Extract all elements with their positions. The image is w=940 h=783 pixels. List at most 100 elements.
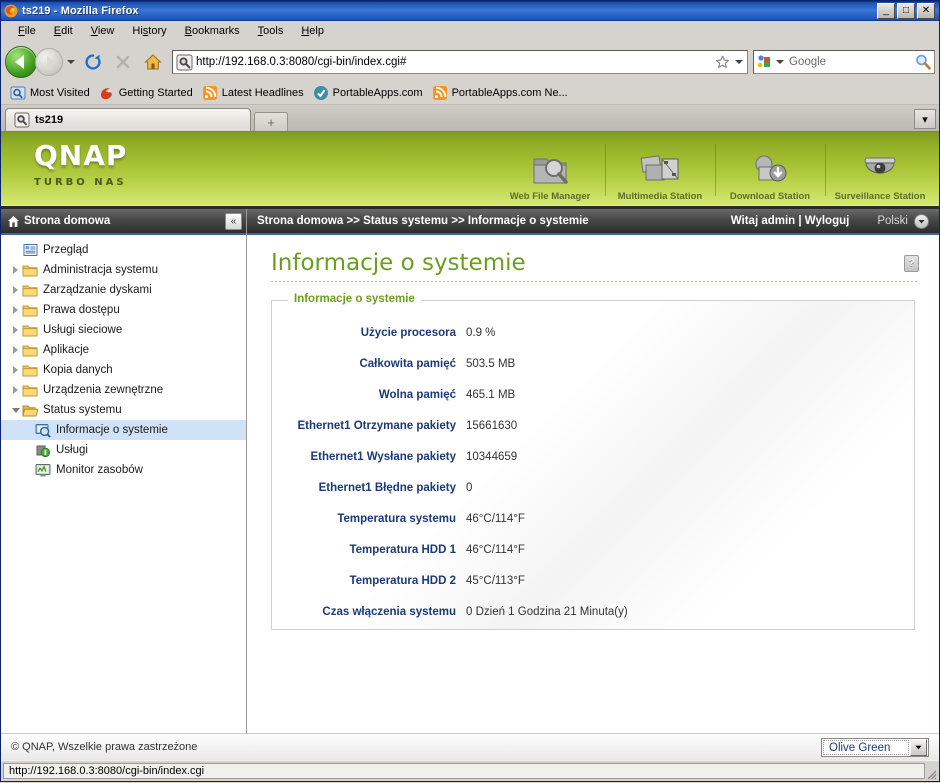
search-engine-dropdown-icon[interactable] [774,60,785,64]
sidebar-item-administracja-systemu[interactable]: Administracja systemu [1,260,246,280]
station-label: Download Station [729,191,811,202]
star-icon[interactable] [714,54,731,71]
bookmark-most-visited[interactable]: Most Visited [7,84,96,102]
content-area: Strona domowa « Przegląd Administracja s… [1,209,939,733]
bookmark-label: PortableApps.com Ne... [451,87,568,99]
folder-open-icon [22,402,38,418]
chevron-down-icon[interactable] [910,738,927,756]
folder-icon [22,342,38,358]
home-icon[interactable] [139,48,167,76]
sidebar-item-aplikacje[interactable]: Aplikacje [1,340,246,360]
info-row: Ethernet1 Otrzymane pakiety 15661630 [272,410,914,441]
reload-icon[interactable] [79,48,107,76]
tab-ts219[interactable]: ts219 [5,108,251,131]
info-value: 10344659 [466,450,518,463]
maximize-button[interactable]: □ [897,3,915,19]
station-label: Multimedia Station [617,191,703,202]
station-multimedia[interactable]: Multimedia Station [605,132,715,206]
info-label: Całkowita pamięć [359,357,456,370]
twisty-closed-icon[interactable] [9,266,22,274]
sidebar-item-uslugi[interactable]: Usługi [1,440,246,460]
sidebar-item-label: Administracja systemu [43,264,159,276]
sidebar-item-status-systemu[interactable]: Status systemu [1,400,246,420]
url-bar[interactable]: http://192.168.0.3:8080/cgi-bin/index.cg… [172,50,748,74]
sidebar-item-label: Zarządzanie dyskami [43,284,152,296]
tab-strip: ts219 + ▾ [1,105,939,131]
menu-tools[interactable]: Tools [249,23,293,39]
theme-select[interactable]: Olive Green [821,737,929,757]
info-row: Temperatura HDD 1 46°C/114°F [272,534,914,565]
twisty-closed-icon[interactable] [9,326,22,334]
close-button[interactable]: ✕ [917,3,935,19]
tab-label: ts219 [35,114,64,126]
twisty-open-icon[interactable] [9,407,22,413]
page-footer: © QNAP, Wszelkie prawa zastrzeżone Olive… [1,733,939,760]
menu-bar: File Edit View History Bookmarks Tools H… [1,21,939,42]
google-icon[interactable] [756,54,773,70]
sidebar-item-prawa-dostepu[interactable]: Prawa dostępu [1,300,246,320]
sidebar-item-informacje-o-systemie[interactable]: Informacje o systemie [1,420,246,440]
menu-view[interactable]: View [82,23,124,39]
resize-grip[interactable] [925,768,937,780]
info-label: Ethernet1 Wysłane pakiety [310,450,456,463]
sidebar-item-urzadzenia-zewnetrzne[interactable]: Urządzenia zewnętrzne [1,380,246,400]
sidebar-collapse-button[interactable]: « [225,212,242,230]
twisty-closed-icon[interactable] [9,286,22,294]
twisty-closed-icon[interactable] [9,346,22,354]
menu-help[interactable]: Help [292,23,333,39]
breadcrumb: Strona domowa >> Status systemu >> Infor… [257,215,589,227]
firefox-mascot-icon [99,85,115,101]
chevron-down-icon: ▾ [922,113,928,126]
station-surveillance[interactable]: Surveillance Station [825,132,935,206]
panel-legend: Informacje o systemie [288,293,421,306]
sidebar: Strona domowa « Przegląd Administracja s… [1,209,247,733]
station-web-file-manager[interactable]: Web File Manager [495,132,605,206]
twisty-closed-icon[interactable] [9,366,22,374]
menu-bookmarks[interactable]: Bookmarks [176,23,249,39]
info-label: Ethernet1 Otrzymane pakiety [297,419,456,432]
sidebar-item-zarzadzanie-dyskami[interactable]: Zarządzanie dyskami [1,280,246,300]
site-identity-icon[interactable] [176,54,193,71]
info-value: 46°C/114°F [466,543,525,556]
magnifier-icon[interactable] [914,53,932,71]
info-value: 0 Dzień 1 Godzina 21 Minuta(y) [466,605,628,618]
question-mark-icon: ? [908,258,915,269]
station-download[interactable]: Download Station [715,132,825,206]
sidebar-item-label: Przegląd [43,244,89,256]
list-all-tabs-button[interactable]: ▾ [914,109,936,129]
twisty-closed-icon[interactable] [9,386,22,394]
logo-tagline: TURBO NAS [34,177,127,188]
menu-history[interactable]: History [123,23,175,39]
window-title: ts219 - Mozilla Firefox [22,5,139,17]
url-text[interactable]: http://192.168.0.3:8080/cgi-bin/index.cg… [196,56,714,68]
help-button[interactable]: ? [904,255,919,272]
welcome-logout[interactable]: Witaj admin | Wyloguj [731,215,878,227]
minimize-button[interactable]: _ [877,3,895,19]
search-input[interactable]: Google [785,56,914,68]
info-value: 46°C/114°F [466,512,525,525]
menu-edit[interactable]: Edit [45,23,82,39]
search-bar[interactable]: Google [753,50,935,74]
sidebar-item-label: Aplikacje [43,344,90,356]
menu-file[interactable]: File [9,23,45,39]
sidebar-item-kopia-danych[interactable]: Kopia danych [1,360,246,380]
back-arrow-icon[interactable] [5,46,37,78]
sidebar-item-przeglad[interactable]: Przegląd [1,240,246,260]
info-label: Czas włączenia systemu [322,605,456,618]
chevron-down-icon[interactable] [914,213,929,229]
page-title-row: Informacje o systemie ? [261,235,925,275]
info-label: Ethernet1 Błędne pakiety [318,481,456,494]
sidebar-item-uslugi-sieciowe[interactable]: Usługi sieciowe [1,320,246,340]
bookmark-portableapps[interactable]: PortableApps.com [310,84,429,102]
sidebar-item-monitor-zasobow[interactable]: Monitor zasobów [1,460,246,480]
logo-text: QNAP [34,139,128,172]
bookmark-latest-headlines[interactable]: Latest Headlines [199,84,310,102]
new-tab-button[interactable]: + [254,112,288,131]
history-dropdown-icon[interactable] [65,47,77,77]
bookmark-getting-started[interactable]: Getting Started [96,84,199,102]
bookmark-portableapps-news[interactable]: PortableApps.com Ne... [429,84,574,102]
language-selector[interactable]: Polski [877,213,929,229]
url-dropdown-icon[interactable] [733,54,745,71]
bookmarks-toolbar: Most Visited Getting Started Latest Head… [1,82,939,105]
twisty-closed-icon[interactable] [9,306,22,314]
